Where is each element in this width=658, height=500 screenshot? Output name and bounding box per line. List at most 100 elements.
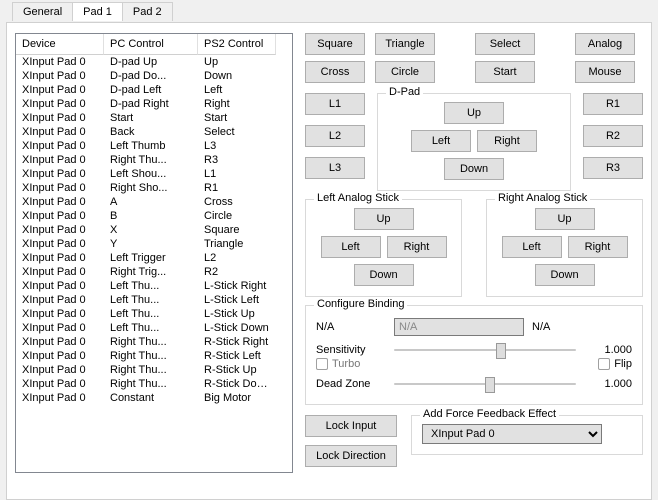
rstick-right-button[interactable]: Right bbox=[568, 236, 628, 258]
deadzone-slider[interactable] bbox=[394, 374, 576, 394]
r3-button[interactable]: R3 bbox=[583, 157, 643, 179]
cell-ps2-control: Square bbox=[198, 223, 276, 237]
sensitivity-value: 1.000 bbox=[584, 344, 632, 356]
table-row[interactable]: XInput Pad 0XSquare bbox=[16, 223, 292, 237]
table-row[interactable]: XInput Pad 0Right Thu...R-Stick Down bbox=[16, 377, 292, 391]
table-row[interactable]: XInput Pad 0Left Thu...L-Stick Left bbox=[16, 293, 292, 307]
table-row[interactable]: XInput Pad 0YTriangle bbox=[16, 237, 292, 251]
table-row[interactable]: XInput Pad 0Right Thu...R-Stick Up bbox=[16, 363, 292, 377]
table-row[interactable]: XInput Pad 0ConstantBig Motor bbox=[16, 391, 292, 405]
cell-pc-control: Left Thu... bbox=[104, 279, 198, 293]
table-row[interactable]: XInput Pad 0Left Thu...L-Stick Right bbox=[16, 279, 292, 293]
sensitivity-slider[interactable] bbox=[394, 340, 576, 360]
cell-pc-control: A bbox=[104, 195, 198, 209]
binding-na-label: N/A bbox=[316, 321, 386, 333]
left-stick-legend: Left Analog Stick bbox=[314, 192, 402, 204]
cell-pc-control: Left Thu... bbox=[104, 293, 198, 307]
lock-input-button[interactable]: Lock Input bbox=[305, 415, 397, 437]
configure-binding-legend: Configure Binding bbox=[314, 298, 407, 310]
table-row[interactable]: XInput Pad 0D-pad RightRight bbox=[16, 97, 292, 111]
rstick-down-button[interactable]: Down bbox=[535, 264, 595, 286]
table-row[interactable]: XInput Pad 0BCircle bbox=[16, 209, 292, 223]
dpad-group: D-Pad Up Left Right Down bbox=[377, 93, 571, 191]
table-row[interactable]: XInput Pad 0D-pad UpUp bbox=[16, 55, 292, 69]
force-feedback-device-combo[interactable]: XInput Pad 0 bbox=[422, 424, 602, 444]
select-button[interactable]: Select bbox=[475, 33, 535, 55]
col-ps2-control[interactable]: PS2 Control bbox=[198, 34, 276, 55]
table-row[interactable]: XInput Pad 0Left Thu...L-Stick Up bbox=[16, 307, 292, 321]
cell-device: XInput Pad 0 bbox=[16, 83, 104, 97]
cell-pc-control: Right Thu... bbox=[104, 153, 198, 167]
mouse-button[interactable]: Mouse bbox=[575, 61, 635, 83]
analog-button[interactable]: Analog bbox=[575, 33, 635, 55]
lstick-right-button[interactable]: Right bbox=[387, 236, 447, 258]
cell-pc-control: D-pad Up bbox=[104, 55, 198, 69]
table-row[interactable]: XInput Pad 0BackSelect bbox=[16, 125, 292, 139]
table-row[interactable]: XInput Pad 0Left ThumbL3 bbox=[16, 139, 292, 153]
table-row[interactable]: XInput Pad 0D-pad LeftLeft bbox=[16, 83, 292, 97]
cell-device: XInput Pad 0 bbox=[16, 279, 104, 293]
cell-device: XInput Pad 0 bbox=[16, 181, 104, 195]
cell-ps2-control: L-Stick Left bbox=[198, 293, 276, 307]
turbo-checkbox-label: Turbo bbox=[332, 358, 360, 370]
configure-binding-group: Configure Binding N/A N/A N/A Sensitivit… bbox=[305, 305, 643, 405]
dpad-right-button[interactable]: Right bbox=[477, 130, 537, 152]
l3-button[interactable]: L3 bbox=[305, 157, 365, 179]
triangle-button[interactable]: Triangle bbox=[375, 33, 435, 55]
turbo-checkbox[interactable]: Turbo bbox=[316, 358, 360, 370]
cell-device: XInput Pad 0 bbox=[16, 153, 104, 167]
tab-general[interactable]: General bbox=[12, 2, 73, 21]
lstick-up-button[interactable]: Up bbox=[354, 208, 414, 230]
square-button[interactable]: Square bbox=[305, 33, 365, 55]
col-pc-control[interactable]: PC Control bbox=[104, 34, 198, 55]
table-row[interactable]: XInput Pad 0Left Thu...L-Stick Down bbox=[16, 321, 292, 335]
tab-pad2[interactable]: Pad 2 bbox=[122, 2, 173, 21]
start-button[interactable]: Start bbox=[475, 61, 535, 83]
col-device[interactable]: Device bbox=[16, 34, 104, 55]
table-row[interactable]: XInput Pad 0StartStart bbox=[16, 111, 292, 125]
r1-button[interactable]: R1 bbox=[583, 93, 643, 115]
table-row[interactable]: XInput Pad 0ACross bbox=[16, 195, 292, 209]
dpad-legend: D-Pad bbox=[386, 86, 423, 98]
right-stick-legend: Right Analog Stick bbox=[495, 192, 590, 204]
tab-pad1[interactable]: Pad 1 bbox=[72, 2, 123, 21]
cell-ps2-control: R2 bbox=[198, 265, 276, 279]
cell-ps2-control: L-Stick Up bbox=[198, 307, 276, 321]
lstick-down-button[interactable]: Down bbox=[354, 264, 414, 286]
cell-device: XInput Pad 0 bbox=[16, 139, 104, 153]
table-row[interactable]: XInput Pad 0D-pad Do...Down bbox=[16, 69, 292, 83]
l2-button[interactable]: L2 bbox=[305, 125, 365, 147]
cross-button[interactable]: Cross bbox=[305, 61, 365, 83]
table-row[interactable]: XInput Pad 0Right Sho...R1 bbox=[16, 181, 292, 195]
cell-ps2-control: Down bbox=[198, 69, 276, 83]
table-row[interactable]: XInput Pad 0Right Trig...R2 bbox=[16, 265, 292, 279]
cell-pc-control: Constant bbox=[104, 391, 198, 405]
cell-pc-control: Start bbox=[104, 111, 198, 125]
cell-device: XInput Pad 0 bbox=[16, 251, 104, 265]
cell-ps2-control: R1 bbox=[198, 181, 276, 195]
table-row[interactable]: XInput Pad 0Right Thu...R-Stick Left bbox=[16, 349, 292, 363]
cell-pc-control: Right Trig... bbox=[104, 265, 198, 279]
binding-combo: N/A bbox=[394, 318, 524, 336]
flip-checkbox[interactable]: Flip bbox=[598, 358, 632, 370]
dpad-up-button[interactable]: Up bbox=[444, 102, 504, 124]
dpad-down-button[interactable]: Down bbox=[444, 158, 504, 180]
cell-pc-control: Left Thumb bbox=[104, 139, 198, 153]
lock-direction-button[interactable]: Lock Direction bbox=[305, 445, 397, 467]
left-stick-group: Left Analog Stick Up Left Right Down bbox=[305, 199, 462, 297]
table-row[interactable]: XInput Pad 0Left Shou...L1 bbox=[16, 167, 292, 181]
table-row[interactable]: XInput Pad 0Left TriggerL2 bbox=[16, 251, 292, 265]
cell-ps2-control: R3 bbox=[198, 153, 276, 167]
table-row[interactable]: XInput Pad 0Right Thu...R-Stick Right bbox=[16, 335, 292, 349]
cell-device: XInput Pad 0 bbox=[16, 321, 104, 335]
rstick-up-button[interactable]: Up bbox=[535, 208, 595, 230]
dpad-left-button[interactable]: Left bbox=[411, 130, 471, 152]
table-row[interactable]: XInput Pad 0Right Thu...R3 bbox=[16, 153, 292, 167]
cell-ps2-control: R-Stick Right bbox=[198, 335, 276, 349]
r2-button[interactable]: R2 bbox=[583, 125, 643, 147]
bindings-list[interactable]: Device PC Control PS2 Control XInput Pad… bbox=[15, 33, 293, 473]
l1-button[interactable]: L1 bbox=[305, 93, 365, 115]
lstick-left-button[interactable]: Left bbox=[321, 236, 381, 258]
rstick-left-button[interactable]: Left bbox=[502, 236, 562, 258]
circle-button[interactable]: Circle bbox=[375, 61, 435, 83]
